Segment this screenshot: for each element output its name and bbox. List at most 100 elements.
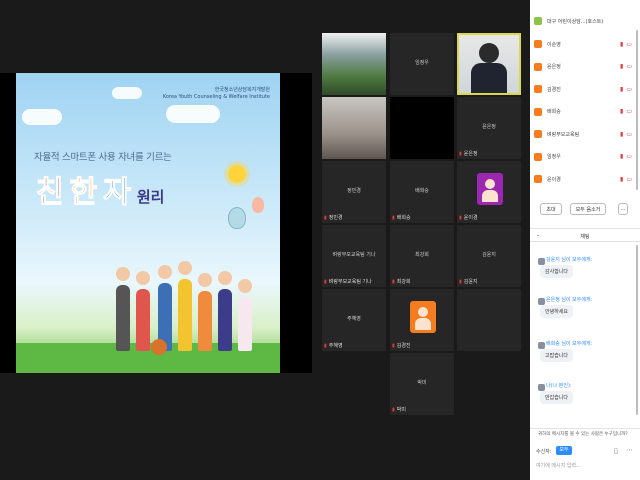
avatar bbox=[534, 62, 542, 71]
to-label: 수신자: bbox=[536, 449, 552, 455]
mute-all-button[interactable]: 모두 음소거 bbox=[570, 203, 606, 215]
participant-name: 윤이경 bbox=[547, 176, 561, 183]
mic-muted-icon: ▮ bbox=[324, 215, 327, 221]
mic-muted-icon[interactable]: ▮ bbox=[620, 108, 623, 115]
mic-muted-icon[interactable]: ▮ bbox=[620, 153, 623, 160]
sun-illustration bbox=[228, 165, 246, 183]
video-tile[interactable]: 벼랑부모교육팀 기나 ▮ 벼랑부모교육팀 기나 bbox=[322, 225, 386, 287]
participant-row[interactable]: 임정우 ▮ ▭ bbox=[534, 148, 632, 166]
camera-off-icon[interactable]: ▭ bbox=[626, 41, 632, 48]
chat-scrollbar[interactable] bbox=[636, 245, 638, 415]
org-logo: 한국청소년상담복지개발원 Korea Youth Counseling & We… bbox=[162, 87, 270, 100]
mic-muted-icon: ▮ bbox=[459, 215, 462, 221]
video-tile[interactable]: 임정우 bbox=[390, 33, 454, 95]
mic-muted-icon: ▮ bbox=[392, 407, 395, 413]
camera-off-icon[interactable]: ▭ bbox=[626, 86, 632, 93]
video-tile[interactable] bbox=[322, 33, 386, 95]
chat-input[interactable]: 여기에 메시지 입력... bbox=[536, 462, 581, 469]
right-panel: 대구 어린이상담...(호스트) 이순영 ▮ ▭ 윤은정 ▮ ▭ 김경진 ▮ ▭ 배희승 ▮ ▭ 벼랑부… bbox=[530, 0, 640, 480]
mic-muted-icon[interactable]: ▮ bbox=[620, 176, 623, 183]
video-tile[interactable]: 김윤지 ▮ 김윤지 bbox=[457, 225, 521, 287]
camera-off-icon[interactable]: ▭ bbox=[626, 153, 632, 160]
participant-name: 정민경 bbox=[347, 188, 361, 194]
video-tile[interactable]: ▮ 윤이경 bbox=[457, 161, 521, 223]
mic-muted-icon: ▮ bbox=[324, 343, 327, 349]
file-icon[interactable]: ▯ bbox=[614, 447, 618, 455]
avatar bbox=[534, 130, 542, 138]
tile-label: 최강희 bbox=[396, 279, 411, 285]
video-tile[interactable] bbox=[390, 97, 454, 159]
avatar bbox=[534, 17, 542, 25]
more-button[interactable]: ... bbox=[618, 203, 628, 215]
camera-off-icon[interactable]: ▭ bbox=[626, 131, 632, 138]
mic-muted-icon[interactable]: ▮ bbox=[620, 63, 623, 70]
participant-name: 임정우 bbox=[547, 154, 561, 160]
participant-host[interactable]: 대구 어린이상담...(호스트) bbox=[534, 12, 632, 30]
video-tile[interactable]: 배희승 ▮ 배희승 bbox=[390, 161, 454, 223]
mic-muted-icon: ▮ bbox=[459, 151, 462, 157]
video-tile[interactable] bbox=[322, 97, 386, 159]
tile-label: 정민경 bbox=[328, 215, 343, 221]
participant-name: 이순영 bbox=[547, 41, 561, 48]
mic-muted-icon: ▮ bbox=[392, 343, 395, 349]
video-tile[interactable]: 윤은정 ▮ 윤은정 bbox=[457, 97, 521, 159]
video-tile[interactable]: ▮ 김경진 bbox=[390, 289, 454, 351]
participant-name: 배희승 bbox=[415, 188, 429, 194]
participant-name: 최강희 bbox=[415, 252, 429, 258]
chat-notice[interactable]: 귀하의 메시지를 볼 수 있는 사람은 누구입니까? bbox=[538, 431, 628, 437]
message-sender: 배희승 님이 모두에게: bbox=[546, 341, 593, 347]
mic-muted-icon: ▮ bbox=[392, 215, 395, 221]
message-text: 고맙습니다 bbox=[540, 349, 574, 362]
chat-message: 나(나 본인): 반갑습니다 bbox=[538, 382, 628, 404]
balloon-illustration bbox=[228, 207, 246, 229]
participant-name: 김경진 bbox=[547, 86, 561, 93]
participants-scrollbar[interactable] bbox=[636, 30, 638, 190]
mic-muted-icon: ▮ bbox=[459, 279, 462, 285]
avatar bbox=[538, 298, 545, 305]
recipient-select[interactable]: 모두 bbox=[556, 446, 572, 455]
mic-muted-icon[interactable]: ▮ bbox=[620, 41, 623, 48]
participant-row[interactable]: 윤은정 ▮ ▭ bbox=[534, 58, 632, 76]
tile-label: 주혜영 bbox=[328, 343, 343, 349]
avatar bbox=[477, 173, 503, 205]
more-options-icon[interactable]: ⋯ bbox=[626, 446, 633, 454]
avatar bbox=[538, 384, 545, 391]
participant-name: 김윤지 bbox=[482, 252, 496, 258]
participant-row[interactable]: 윤이경 ▮ ▭ bbox=[534, 170, 632, 188]
mic-muted-icon[interactable]: ▮ bbox=[620, 86, 623, 93]
camera-off-icon[interactable]: ▭ bbox=[626, 176, 632, 183]
mic-muted-icon[interactable]: ▮ bbox=[620, 131, 623, 138]
tile-label: 김윤지 bbox=[463, 279, 478, 285]
participant-name: 박미 bbox=[417, 380, 427, 386]
avatar bbox=[534, 175, 542, 183]
message-sender: 윤은정 님이 모두에게: bbox=[546, 297, 593, 303]
message-sender: 나(나 본인): bbox=[546, 383, 572, 389]
invite-button[interactable]: 초대 bbox=[540, 203, 562, 215]
avatar bbox=[410, 301, 436, 333]
participant-name: 임정우 bbox=[415, 60, 429, 66]
video-tile[interactable] bbox=[457, 33, 521, 95]
video-tile[interactable] bbox=[457, 289, 521, 351]
participant-row[interactable]: 배희승 ▮ ▭ bbox=[534, 103, 632, 121]
video-tile[interactable]: 박미 ▮ 박미 bbox=[390, 353, 454, 415]
chat-header: ⌄ 채팅 bbox=[530, 228, 640, 242]
tile-label: 김경진 bbox=[396, 343, 411, 349]
message-text: 감사합니다 bbox=[540, 265, 574, 278]
participant-row[interactable]: 이순영 ▮ ▭ bbox=[534, 35, 632, 53]
avatar bbox=[538, 258, 545, 265]
video-tile[interactable]: 정민경 ▮ 정민경 bbox=[322, 161, 386, 223]
avatar bbox=[534, 40, 542, 48]
video-tile[interactable]: 최강희 ▮ 최강희 bbox=[390, 225, 454, 287]
message-text: 안녕하세요 bbox=[540, 305, 574, 318]
camera-off-icon[interactable]: ▭ bbox=[626, 63, 632, 70]
chat-message: 배희승 님이 모두에게: 고맙습니다 bbox=[538, 340, 628, 362]
participant-row[interactable]: 김경진 ▮ ▭ bbox=[534, 80, 632, 98]
chat-message: 김윤지 님이 모두에게: 감사합니다 bbox=[538, 256, 628, 278]
camera-off-icon[interactable]: ▭ bbox=[626, 108, 632, 115]
participant-row[interactable]: 벼랑부모교육팀 ▮ ▭ bbox=[534, 125, 632, 143]
message-text: 반갑습니다 bbox=[540, 391, 574, 404]
video-tile[interactable]: 주혜영 ▮ 주혜영 bbox=[322, 289, 386, 351]
tile-label: 벼랑부모교육팀 기나 bbox=[328, 279, 372, 285]
participant-name: 윤은정 bbox=[482, 124, 496, 130]
participant-name: 벼랑부모교육팀 기나 bbox=[332, 252, 376, 258]
